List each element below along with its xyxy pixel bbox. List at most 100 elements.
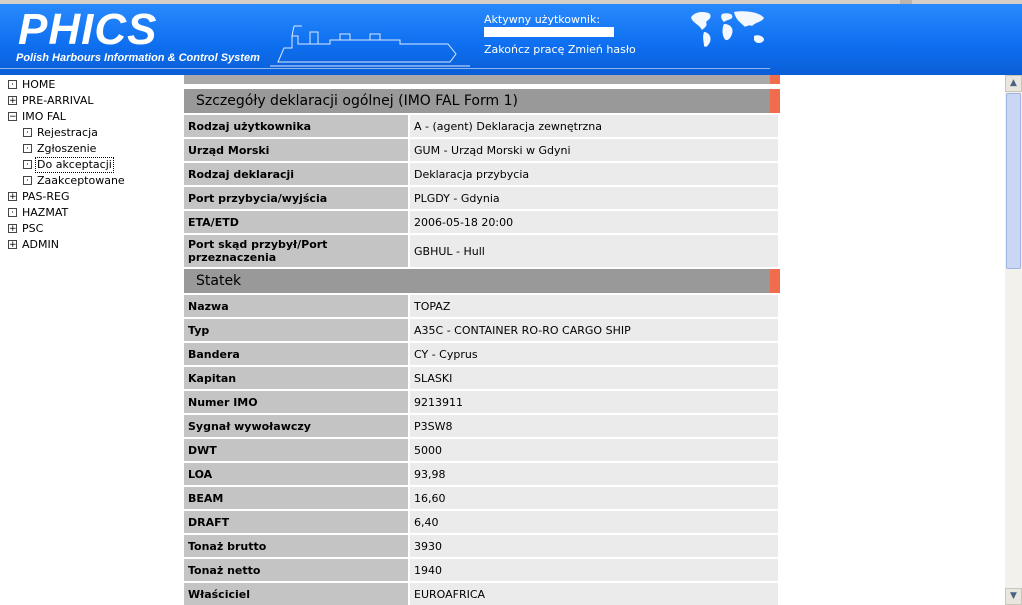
active-user-field <box>484 27 614 37</box>
row-label: Port skąd przybył/Port przeznaczenia <box>184 235 408 267</box>
section-general-declaration: Szczegóły deklaracji ogólnej (IMO FAL Fo… <box>184 89 780 113</box>
scrollbar-thumb[interactable] <box>1006 93 1021 269</box>
nav-label[interactable]: ADMIN <box>22 238 59 252</box>
scroll-down-arrow-icon[interactable]: ▼ <box>1005 588 1022 605</box>
row-label: Numer IMO <box>184 391 408 413</box>
section-ship: Statek <box>184 269 780 293</box>
row-value: GBHUL - Hull <box>410 235 778 267</box>
left-navigation: · HOME + PRE-ARRIVAL − IMO FAL · Rejestr… <box>0 75 176 605</box>
row-label: Właściciel <box>184 583 408 605</box>
nav-label[interactable]: IMO FAL <box>22 110 66 124</box>
section-title: Szczegóły deklaracji ogólnej (IMO FAL Fo… <box>196 93 518 109</box>
expand-icon[interactable]: + <box>8 224 17 234</box>
table-row: Tonaż netto 1940 <box>184 559 780 581</box>
row-value: CY - Cyprus <box>410 343 778 365</box>
table-row: Numer IMO 9213911 <box>184 391 780 413</box>
logout-link[interactable]: Zakończ pracę <box>484 43 564 56</box>
row-label: Tonaż brutto <box>184 535 408 557</box>
row-label: Typ <box>184 319 408 341</box>
expand-icon[interactable]: + <box>8 192 17 202</box>
row-label: Port przybycia/wyjścia <box>184 187 408 209</box>
nav-label[interactable]: HAZMAT <box>22 206 68 220</box>
row-value: 1940 <box>410 559 778 581</box>
change-password-link[interactable]: Zmień hasło <box>568 43 636 56</box>
row-value: 6,40 <box>410 511 778 533</box>
row-label: DRAFT <box>184 511 408 533</box>
row-label: ETA/ETD <box>184 211 408 233</box>
table-row: DWT 5000 <box>184 439 780 461</box>
nav-label[interactable]: Zgłoszenie <box>37 142 96 156</box>
collapse-icon[interactable]: − <box>8 112 17 122</box>
bullet-icon[interactable]: · <box>8 80 17 90</box>
row-label: Tonaż netto <box>184 559 408 581</box>
table-row: Sygnał wywoławczy P3SW8 <box>184 415 780 437</box>
row-value: TOPAZ <box>410 295 778 317</box>
accent-stripe <box>770 89 780 113</box>
row-value: P3SW8 <box>410 415 778 437</box>
table-row: ETA/ETD 2006-05-18 20:00 <box>184 211 780 233</box>
row-label: LOA <box>184 463 408 485</box>
table-row: Tonaż brutto 3930 <box>184 535 780 557</box>
table-row: Rodzaj deklaracji Deklaracja przybycia <box>184 163 780 185</box>
row-label: Rodzaj deklaracji <box>184 163 408 185</box>
row-label: Urząd Morski <box>184 139 408 161</box>
row-value: 5000 <box>410 439 778 461</box>
world-map-icon <box>691 11 764 47</box>
table-row: Urząd Morski GUM - Urząd Morski w Gdyni <box>184 139 780 161</box>
bullet-icon[interactable]: · <box>8 208 17 218</box>
logo-subtitle: Polish Harbours Information & Control Sy… <box>16 52 260 64</box>
row-value: SLASKI <box>410 367 778 389</box>
bullet-icon[interactable]: · <box>23 176 32 186</box>
row-value: GUM - Urząd Morski w Gdyni <box>410 139 778 161</box>
accent-stripe <box>770 75 780 84</box>
ship-icon <box>270 25 470 67</box>
nav-label[interactable]: PSC <box>22 222 43 236</box>
table-row: Nazwa TOPAZ <box>184 295 780 317</box>
row-label: Bandera <box>184 343 408 365</box>
table-row: LOA 93,98 <box>184 463 780 485</box>
row-label: DWT <box>184 439 408 461</box>
table-row: Bandera CY - Cyprus <box>184 343 780 365</box>
table-row: Port skąd przybył/Port przeznaczenia GBH… <box>184 235 780 267</box>
bullet-icon[interactable]: · <box>23 128 32 138</box>
main-content: Szczegóły deklaracji ogólnej (IMO FAL Fo… <box>184 75 780 605</box>
nav-label[interactable]: PAS-REG <box>22 190 70 204</box>
row-value: 16,60 <box>410 487 778 509</box>
table-row: Właściciel EUROAFRICA <box>184 583 780 605</box>
table-row: DRAFT 6,40 <box>184 511 780 533</box>
row-value: 9213911 <box>410 391 778 413</box>
vertical-scrollbar[interactable]: ▲ ▼ <box>1005 75 1022 605</box>
table-row: Rodzaj użytkownika A - (agent) Deklaracj… <box>184 115 780 137</box>
table-row: Typ A35C - CONTAINER RO-RO CARGO SHIP <box>184 319 780 341</box>
row-value: EUROAFRICA <box>410 583 778 605</box>
row-label: Nazwa <box>184 295 408 317</box>
expand-icon[interactable]: + <box>8 240 17 250</box>
row-label: Kapitan <box>184 367 408 389</box>
row-value: Deklaracja przybycia <box>410 163 778 185</box>
nav-label[interactable]: PRE-ARRIVAL <box>22 94 93 108</box>
top-scrollbar-remnant <box>0 0 1022 4</box>
nav-label[interactable]: Rejestracja <box>37 126 98 140</box>
nav-label[interactable]: Do akceptacji <box>35 157 114 173</box>
scroll-up-arrow-icon[interactable]: ▲ <box>1005 75 1022 92</box>
bullet-icon[interactable]: · <box>23 160 32 170</box>
active-user-label: Aktywny użytkownik: <box>484 13 601 26</box>
accent-stripe <box>770 269 780 293</box>
row-label: Sygnał wywoławczy <box>184 415 408 437</box>
section-title: Statek <box>196 273 242 289</box>
nav-label[interactable]: Zaakceptowane <box>37 174 125 188</box>
logo: PHICS <box>18 5 158 54</box>
table-row: Port przybycia/wyjścia PLGDY - Gdynia <box>184 187 780 209</box>
header-divider <box>0 68 770 69</box>
row-value: A - (agent) Deklaracja zewnętrzna <box>410 115 778 137</box>
nav-label[interactable]: HOME <box>22 78 55 92</box>
bullet-icon[interactable]: · <box>23 144 32 154</box>
table-row: Kapitan SLASKI <box>184 367 780 389</box>
row-value: PLGDY - Gdynia <box>410 187 778 209</box>
header-links: Zakończ pracę Zmień hasło <box>484 43 636 56</box>
row-label: Rodzaj użytkownika <box>184 115 408 137</box>
top-bar <box>184 75 780 84</box>
expand-icon[interactable]: + <box>8 96 17 106</box>
table-row: BEAM 16,60 <box>184 487 780 509</box>
scroll-arrow[interactable] <box>900 0 912 4</box>
